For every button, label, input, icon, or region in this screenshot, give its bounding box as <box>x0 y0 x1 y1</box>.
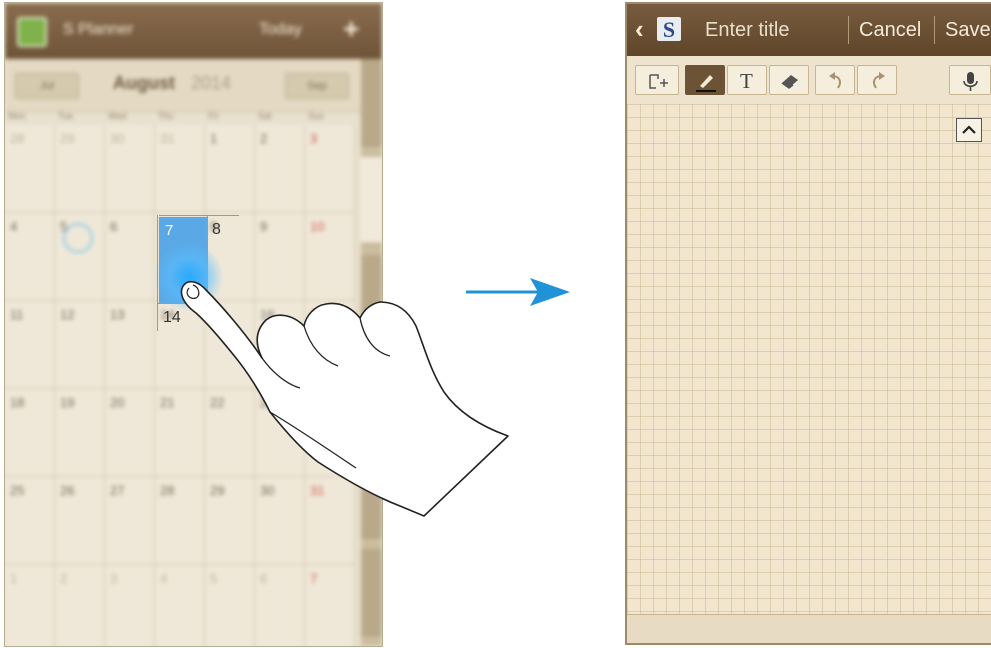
note-canvas[interactable] <box>627 104 991 614</box>
note-bottom-bar <box>627 614 991 643</box>
title-bar-divider <box>848 16 849 44</box>
chevron-up-icon <box>962 125 976 134</box>
text-tool-label: T <box>740 69 753 93</box>
redo-icon <box>873 72 885 89</box>
selection-icon <box>649 74 668 89</box>
title-input[interactable]: Enter title <box>705 19 789 42</box>
note-toolbar: T <box>627 56 991 105</box>
save-button[interactable]: Save <box>945 19 991 42</box>
title-bar-divider <box>934 16 935 44</box>
transition-arrow-icon <box>466 278 570 306</box>
note-screen: ‹ S Enter title Cancel Save T <box>625 2 991 645</box>
pen-icon <box>696 75 716 92</box>
undo-button[interactable] <box>815 65 855 95</box>
undo-icon <box>829 72 841 89</box>
back-icon[interactable]: ‹ <box>635 14 644 45</box>
selection-mode-button[interactable] <box>635 65 679 95</box>
collapse-toolbar-button[interactable] <box>956 118 982 142</box>
eraser-icon <box>781 75 798 89</box>
eraser-tool-button[interactable] <box>769 65 809 95</box>
s-note-logo-icon: S <box>657 17 681 42</box>
redo-button[interactable] <box>857 65 897 95</box>
pen-tool-button[interactable] <box>685 65 725 95</box>
voice-input-button[interactable] <box>949 65 991 95</box>
note-title-bar: ‹ S Enter title Cancel Save <box>627 4 991 56</box>
cancel-button[interactable]: Cancel <box>859 19 921 42</box>
microphone-icon <box>963 72 978 91</box>
text-tool-button[interactable]: T <box>727 65 767 95</box>
